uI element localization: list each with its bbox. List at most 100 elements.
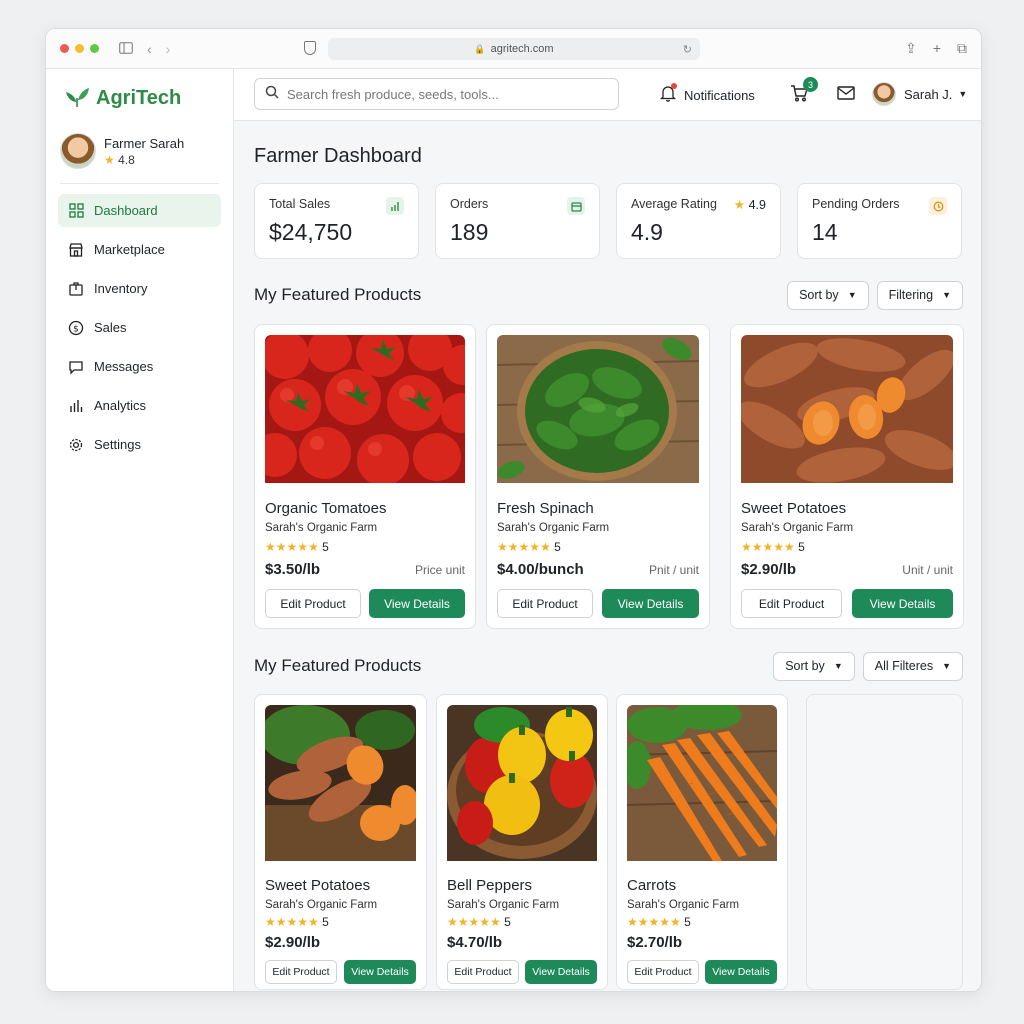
product-unit: Pnit / unit	[648, 562, 699, 577]
main-area: Notifications 3 Sarah J. ▼ Farmer Dashbo…	[234, 69, 981, 991]
tabs-overview-icon[interactable]: ⧉	[957, 40, 967, 57]
edit-product-button[interactable]: Edit Product	[497, 589, 593, 618]
profile-name: Farmer Sarah	[104, 135, 185, 151]
dollar-icon: $	[68, 320, 84, 336]
svg-text:$: $	[73, 324, 79, 334]
stars-icon: ★★★★★	[741, 540, 795, 554]
product-price: $2.90/lb	[265, 934, 321, 951]
chevron-down-icon: ▼	[942, 290, 951, 300]
maximize-window-button[interactable]	[90, 44, 99, 53]
product-price: $3.50/lb	[265, 561, 321, 578]
sidebar-toggle-icon[interactable]	[119, 41, 133, 57]
search-box[interactable]	[254, 78, 619, 110]
sidebar-item-settings[interactable]: Settings	[58, 428, 221, 461]
sidebar-item-messages[interactable]: Messages	[58, 350, 221, 383]
product-card[interactable]: Sweet Potatoes Sarah's Organic Farm ★★★★…	[730, 324, 964, 629]
new-tab-icon[interactable]: +	[933, 40, 941, 57]
close-window-button[interactable]	[60, 44, 69, 53]
product-card[interactable]: Organic Tomatoes Sarah's Organic Farm ★★…	[254, 324, 476, 629]
search-input[interactable]	[287, 86, 587, 102]
view-details-button[interactable]: View Details	[344, 960, 416, 984]
product-rating: ★★★★★ 5	[627, 915, 777, 929]
product-rating: ★★★★★ 5	[265, 540, 465, 554]
share-icon[interactable]: ⇪	[905, 40, 917, 57]
chevron-down-icon: ▼	[847, 290, 857, 300]
product-name: Sweet Potatoes	[265, 877, 371, 894]
sort-dropdown[interactable]: Sort by ▼	[773, 651, 855, 681]
sidebar-item-analytics[interactable]: Analytics	[58, 389, 221, 422]
product-card[interactable]: Sweet Potatoes Sarah's Organic Farm ★★★★…	[254, 694, 427, 990]
view-details-button[interactable]: View Details	[852, 589, 953, 618]
edit-product-button[interactable]: Edit Product	[447, 960, 519, 984]
product-farm: Sarah's Organic Farm	[447, 899, 560, 911]
spinach-image	[497, 335, 699, 488]
star-icon: ★	[104, 152, 115, 167]
reload-icon[interactable]: ↻	[683, 43, 692, 56]
sidebar-item-inventory[interactable]: Inventory	[58, 272, 221, 305]
product-card[interactable]: Fresh Spinach Sarah's Organic Farm ★★★★★…	[486, 324, 710, 629]
edit-product-button[interactable]: Edit Product	[627, 960, 699, 984]
avatar	[872, 82, 896, 106]
address-bar[interactable]: 🔒 agritech.com ↻	[328, 38, 700, 60]
sidebar-item-marketplace[interactable]: Marketplace	[58, 233, 221, 266]
chevron-down-icon: ▼	[942, 661, 951, 671]
stars-icon: ★★★★★	[265, 540, 319, 554]
farmer-profile[interactable]: Farmer Sarah ★ 4.8	[60, 133, 233, 169]
notification-dot	[671, 83, 677, 89]
edit-product-button[interactable]: Edit Product	[265, 960, 337, 984]
view-details-button[interactable]: View Details	[525, 960, 597, 984]
cart-icon	[790, 85, 808, 106]
stat-label: Total Sales	[269, 197, 331, 211]
stat-value: 14	[812, 219, 838, 245]
product-card[interactable]: Bell Peppers Sarah's Organic Farm ★★★★★ …	[436, 694, 608, 990]
leaf-icon	[64, 83, 90, 114]
grid-icon	[68, 203, 84, 219]
forward-icon[interactable]: ›	[166, 41, 171, 57]
sidebar-divider	[60, 183, 219, 184]
filter-dropdown[interactable]: Filtering ▼	[876, 280, 963, 310]
sort-label: Sort by	[799, 288, 839, 302]
rating-value: 5	[322, 540, 329, 554]
product-card[interactable]: Carrots Sarah's Organic Farm ★★★★★ 5 $2.…	[616, 694, 788, 990]
view-details-button[interactable]: View Details	[705, 960, 777, 984]
stat-value: $24,750	[269, 219, 353, 245]
rating-badge: ★ 4.9	[734, 197, 766, 212]
chevron-down-icon: ▼	[958, 89, 968, 99]
url-text: agritech.com	[490, 43, 554, 55]
calendar-icon	[567, 197, 585, 215]
sidebar-item-dashboard[interactable]: Dashboard	[58, 194, 221, 227]
brand-logo[interactable]: AgriTech	[64, 83, 233, 113]
sidebar-item-sales[interactable]: $ Sales	[58, 311, 221, 344]
product-rating: ★★★★★ 5	[265, 915, 416, 929]
view-details-button[interactable]: View Details	[369, 589, 465, 618]
minimize-window-button[interactable]	[75, 44, 84, 53]
edit-product-button[interactable]: Edit Product	[741, 589, 842, 618]
product-name: Fresh Spinach	[497, 500, 594, 517]
view-details-button[interactable]: View Details	[602, 589, 699, 618]
sort-dropdown[interactable]: Sort by ▼	[787, 280, 869, 310]
search-icon	[265, 85, 279, 104]
user-menu[interactable]: Sarah J. ▼	[872, 82, 967, 106]
bell-peppers-image	[447, 705, 597, 866]
product-farm: Sarah's Organic Farm	[265, 522, 378, 534]
product-rating: ★★★★★ 5	[447, 915, 597, 929]
page-title: Farmer Dashboard	[254, 145, 422, 167]
notifications-label: Notifications	[684, 87, 755, 103]
notifications-button[interactable]: Notifications	[659, 83, 755, 105]
cart-button[interactable]: 3	[790, 77, 818, 107]
stat-card-orders: Orders 189	[435, 183, 600, 259]
product-price: $4.00/bunch	[497, 561, 584, 578]
stat-card-pending-orders: Pending Orders 14	[797, 183, 962, 259]
gear-icon	[68, 437, 84, 453]
mail-button[interactable]	[837, 86, 855, 105]
filter-dropdown[interactable]: All Filteres ▼	[862, 651, 963, 681]
product-unit: Price unit	[414, 562, 465, 577]
sidebar-nav: Dashboard Marketplace Inventory $ Sales …	[46, 194, 233, 461]
edit-product-button[interactable]: Edit Product	[265, 589, 361, 618]
tomatoes-image	[265, 335, 465, 488]
carrots-image	[627, 705, 777, 866]
product-rating: ★★★★★ 5	[497, 540, 699, 554]
top-bar: Notifications 3 Sarah J. ▼	[234, 69, 981, 121]
rating-badge-value: 4.9	[748, 198, 766, 212]
back-icon[interactable]: ‹	[147, 41, 152, 57]
